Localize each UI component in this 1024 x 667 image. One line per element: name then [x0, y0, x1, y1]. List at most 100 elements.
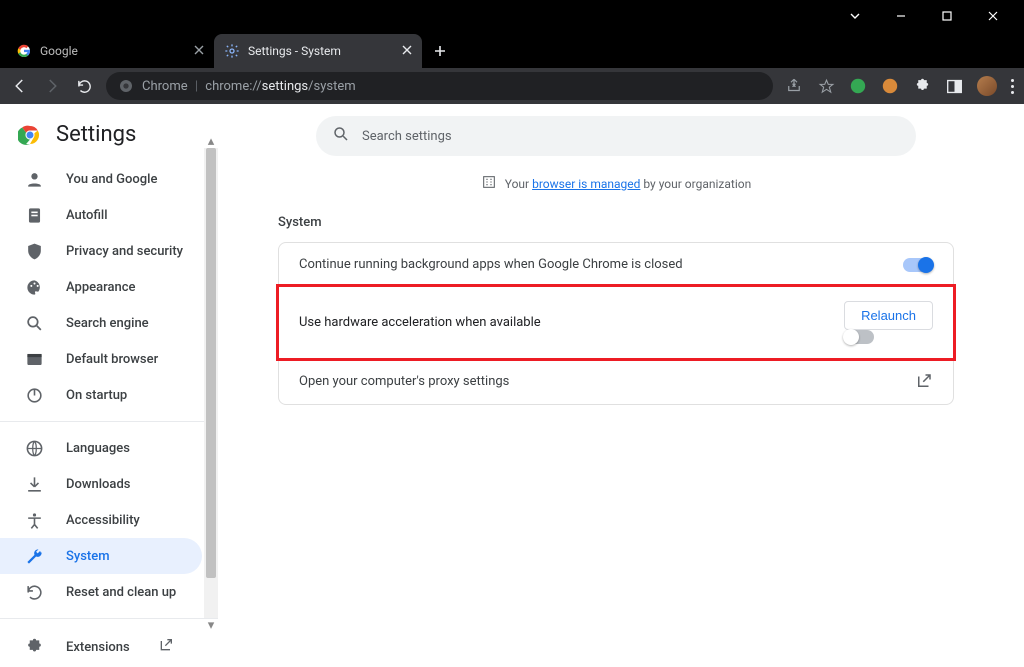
settings-page: Settings You and Google Autofill Privacy… — [0, 104, 1024, 618]
extension-green-icon[interactable] — [849, 77, 867, 95]
sidebar-header: Settings — [0, 122, 218, 161]
tab-title: Settings - System — [248, 44, 341, 58]
bookmark-star-icon[interactable] — [817, 77, 835, 95]
sidebar-item-label: Extensions — [66, 640, 130, 655]
search-icon — [332, 125, 350, 147]
toggle-background-apps[interactable] — [903, 258, 933, 272]
reload-button[interactable] — [74, 76, 94, 96]
palette-icon — [24, 277, 44, 297]
search-icon — [24, 313, 44, 333]
tab-settings[interactable]: Settings - System — [214, 34, 422, 68]
sidebar-item-label: Appearance — [66, 280, 135, 295]
tab-google[interactable]: Google — [6, 34, 214, 68]
managed-link[interactable]: browser is managed — [532, 177, 640, 191]
form-icon — [24, 205, 44, 225]
sidebar-item-label: Languages — [66, 441, 130, 456]
sidebar-item-label: You and Google — [66, 172, 157, 187]
search-placeholder: Search settings — [362, 129, 452, 144]
sidebar-item-appearance[interactable]: Appearance — [0, 269, 202, 305]
profile-avatar[interactable] — [977, 76, 997, 96]
settings-favicon-icon — [224, 43, 240, 59]
sidebar-item-system[interactable]: System — [0, 538, 202, 574]
shield-icon — [24, 241, 44, 261]
sidebar-item-languages[interactable]: Languages — [0, 430, 202, 466]
main-content: Search settings Your browser is managed … — [218, 104, 1024, 618]
toggle-hardware-acceleration[interactable] — [844, 330, 874, 344]
highlighted-row-annotation: Use hardware acceleration when available… — [276, 284, 956, 361]
extensions-puzzle-icon[interactable] — [913, 77, 931, 95]
wrench-icon — [24, 546, 44, 566]
sidebar-item-label: Search engine — [66, 316, 149, 331]
power-icon — [24, 385, 44, 405]
building-icon — [481, 174, 497, 193]
sidebar-item-label: On startup — [66, 388, 127, 403]
panel-icon[interactable] — [945, 77, 963, 95]
page-title: Settings — [56, 122, 136, 147]
browser-icon — [24, 349, 44, 369]
url-text: Chrome | chrome://settings/system — [142, 79, 356, 94]
sidebar-scrollbar[interactable]: ▴ ▾ — [204, 148, 218, 618]
sidebar-item-label: Reset and clean up — [66, 585, 176, 600]
tab-close-icon[interactable] — [194, 44, 204, 58]
sidebar-item-label: Autofill — [66, 208, 108, 223]
sidebar-item-privacy[interactable]: Privacy and security — [0, 233, 202, 269]
settings-search-input[interactable]: Search settings — [316, 116, 916, 156]
sidebar-divider — [0, 421, 218, 422]
row-label: Continue running background apps when Go… — [299, 257, 683, 272]
system-card: Continue running background apps when Go… — [278, 242, 954, 405]
open-external-icon — [915, 372, 933, 390]
sidebar-item-search-engine[interactable]: Search engine — [0, 305, 202, 341]
sidebar-item-label: Downloads — [66, 477, 130, 492]
share-icon[interactable] — [785, 77, 803, 95]
relaunch-button[interactable]: Relaunch — [844, 301, 933, 330]
sidebar-item-downloads[interactable]: Downloads — [0, 466, 202, 502]
sidebar: Settings You and Google Autofill Privacy… — [0, 104, 218, 618]
sidebar-item-label: Accessibility — [66, 513, 140, 528]
row-proxy-settings[interactable]: Open your computer's proxy settings — [279, 358, 953, 404]
sidebar-item-default-browser[interactable]: Default browser — [0, 341, 202, 377]
sidebar-item-reset[interactable]: Reset and clean up — [0, 574, 202, 610]
row-background-apps: Continue running background apps when Go… — [279, 243, 953, 287]
window-titlebar — [0, 0, 1024, 32]
tab-title: Google — [40, 44, 78, 58]
sidebar-item-label: Privacy and security — [66, 244, 183, 259]
window-maximize-button[interactable] — [924, 0, 970, 32]
sidebar-item-autofill[interactable]: Autofill — [0, 197, 202, 233]
forward-button[interactable] — [42, 76, 62, 96]
row-label: Open your computer's proxy settings — [299, 374, 509, 389]
extension-orange-icon[interactable] — [881, 77, 899, 95]
scrollbar-thumb[interactable] — [206, 148, 216, 578]
window-close-button[interactable] — [970, 0, 1016, 32]
back-button[interactable] — [10, 76, 30, 96]
scroll-up-icon[interactable]: ▴ — [204, 134, 218, 148]
sidebar-item-on-startup[interactable]: On startup — [0, 377, 202, 413]
google-favicon-icon — [16, 43, 32, 59]
sidebar-divider — [0, 618, 218, 619]
sidebar-item-label: System — [66, 549, 110, 564]
toolbar-actions — [785, 76, 1014, 96]
sidebar-item-you-and-google[interactable]: You and Google — [0, 161, 202, 197]
address-bar[interactable]: Chrome | chrome://settings/system — [106, 72, 773, 100]
section-heading: System — [278, 215, 954, 230]
sidebar-extensions-link[interactable]: Extensions — [0, 627, 218, 667]
puzzle-icon — [24, 637, 44, 657]
row-hardware-acceleration: Use hardware acceleration when available… — [279, 287, 953, 358]
restore-icon — [24, 582, 44, 602]
download-icon — [24, 474, 44, 494]
row-label: Use hardware acceleration when available — [299, 315, 541, 330]
window-minimize-button[interactable] — [878, 0, 924, 32]
person-icon — [24, 169, 44, 189]
chrome-logo-icon — [18, 123, 42, 147]
scroll-down-icon[interactable]: ▾ — [204, 618, 218, 632]
accessibility-icon — [24, 510, 44, 530]
new-tab-button[interactable] — [426, 37, 454, 65]
globe-icon — [24, 438, 44, 458]
tab-strip: Google Settings - System — [0, 32, 1024, 68]
chrome-site-icon — [118, 78, 134, 94]
window-chevron-down-icon[interactable] — [832, 0, 878, 32]
toolbar: Chrome | chrome://settings/system — [0, 68, 1024, 104]
browser-menu-icon[interactable] — [1011, 79, 1014, 94]
sidebar-item-label: Default browser — [66, 352, 158, 367]
tab-close-icon[interactable] — [402, 44, 412, 58]
sidebar-item-accessibility[interactable]: Accessibility — [0, 502, 202, 538]
